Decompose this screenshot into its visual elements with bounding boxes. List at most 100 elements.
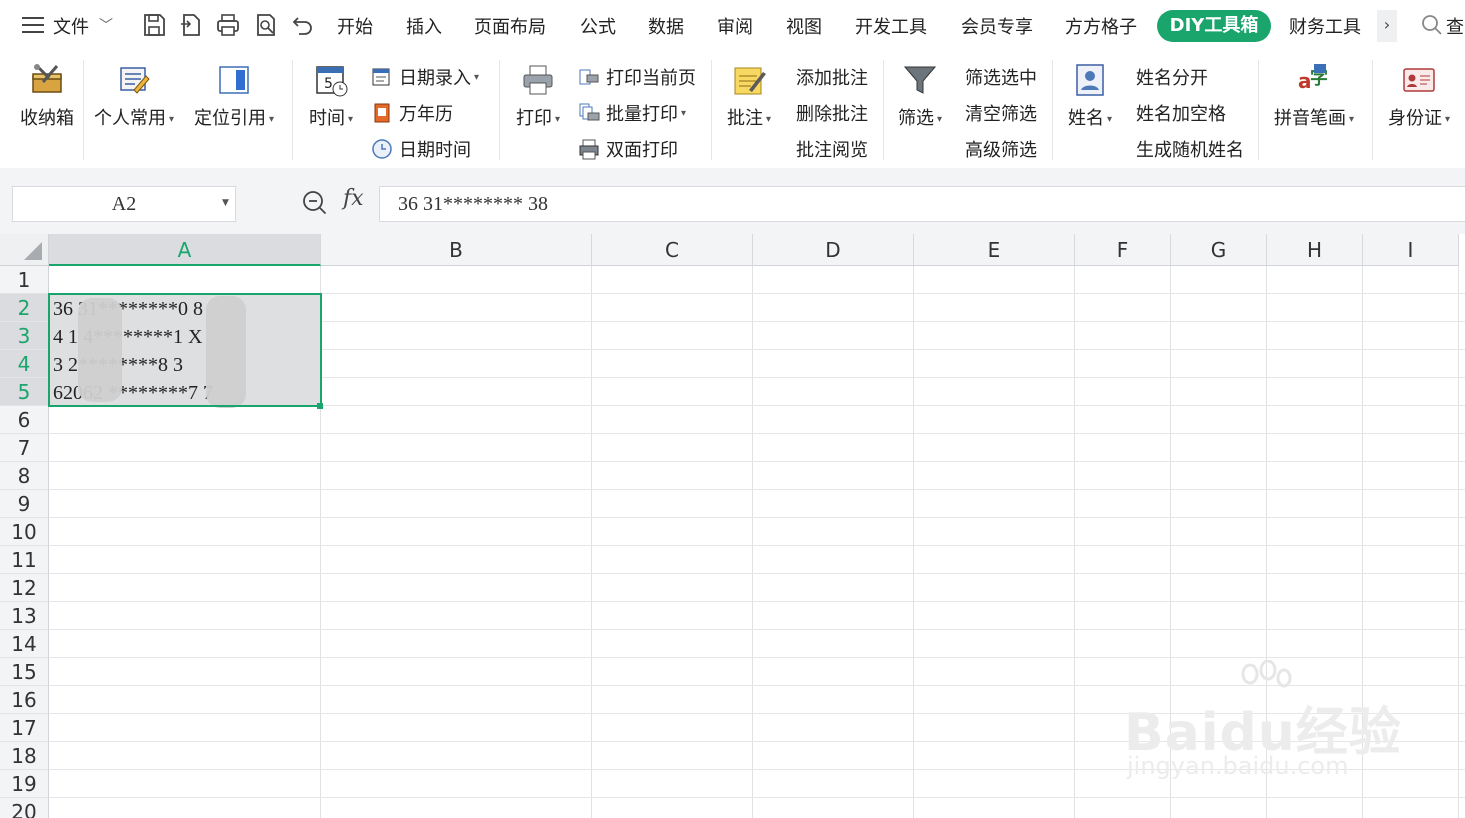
row-header[interactable]: 6	[0, 406, 49, 434]
column-header-f[interactable]: F	[1075, 234, 1171, 266]
row-header[interactable]: 17	[0, 714, 49, 742]
ribbon: 收纳箱 个人常用▾ 定位引用▾ 5 时间▾ 日期录入▾ 万年历 日期时间	[0, 52, 1465, 168]
locate-reference-button[interactable]: 定位引用 ▾	[190, 62, 278, 130]
calendar-time-icon: 5	[313, 62, 349, 98]
calendar-button[interactable]: 万年历	[371, 100, 453, 126]
duplex-print-button[interactable]: 双面打印	[578, 136, 678, 162]
row-header[interactable]: 11	[0, 546, 49, 574]
time-button[interactable]: 5 时间 ▾	[304, 62, 358, 130]
tab-developer[interactable]: 开发工具	[855, 13, 927, 39]
tab-fangfang[interactable]: 方方格子	[1065, 13, 1137, 39]
personal-common-button[interactable]: 个人常用 ▾	[90, 62, 178, 130]
duplex-print-icon	[578, 138, 600, 160]
row-header[interactable]: 14	[0, 630, 49, 658]
save-icon[interactable]	[141, 12, 167, 38]
more-tabs-button[interactable]: ›	[1377, 10, 1397, 42]
column-header-i[interactable]: I	[1363, 234, 1459, 266]
watermark-url: jingyan.baidu.com	[1127, 752, 1349, 780]
tab-diy-toolbox[interactable]: DIY工具箱	[1157, 10, 1271, 42]
personal-common-icon	[116, 62, 152, 98]
column-header-g[interactable]: G	[1171, 234, 1267, 266]
date-entry-button[interactable]: 日期录入 ▾	[371, 64, 479, 90]
row-header[interactable]: 12	[0, 574, 49, 602]
row-header[interactable]: 5	[0, 378, 49, 406]
row-header[interactable]: 19	[0, 770, 49, 798]
row-header[interactable]: 9	[0, 490, 49, 518]
tab-data[interactable]: 数据	[648, 13, 684, 39]
advanced-filter-button[interactable]: 高级筛选	[965, 136, 1037, 162]
name-box[interactable]: A2	[12, 186, 236, 222]
pinyin-icon: a字	[1296, 62, 1332, 98]
row-header[interactable]: 3	[0, 322, 49, 350]
row-header[interactable]: 13	[0, 602, 49, 630]
tab-review[interactable]: 审阅	[717, 13, 753, 39]
print-preview-icon[interactable]	[253, 12, 279, 38]
export-pdf-icon[interactable]	[178, 12, 204, 38]
datetime-button[interactable]: 日期时间	[371, 136, 471, 162]
row-header[interactable]: 16	[0, 686, 49, 714]
name-button[interactable]: 姓名 ▾	[1063, 62, 1117, 130]
search-icon[interactable]	[1421, 14, 1443, 41]
column-header-a[interactable]: A	[49, 234, 321, 266]
formula-input[interactable]: 36 31******** 38	[379, 186, 1465, 222]
selection-range-border	[48, 293, 322, 407]
hamburger-menu-icon[interactable]	[22, 17, 44, 35]
row-header[interactable]: 4	[0, 350, 49, 378]
delete-comment-button[interactable]: 删除批注	[796, 100, 868, 126]
filter-button[interactable]: 筛选 ▾	[893, 62, 947, 130]
tab-membership[interactable]: 会员专享	[961, 13, 1033, 39]
chevron-down-icon[interactable]: ﹀	[99, 15, 113, 35]
fill-handle[interactable]	[317, 403, 323, 409]
locate-reference-icon	[216, 62, 252, 98]
name-box-dropdown-icon[interactable]: ▼	[222, 198, 229, 208]
id-card-button[interactable]: 身份证 ▾	[1384, 62, 1454, 130]
tab-formulas[interactable]: 公式	[580, 13, 616, 39]
undo-icon[interactable]	[290, 12, 316, 38]
column-header-h[interactable]: H	[1267, 234, 1363, 266]
print-button[interactable]: 打印 ▾	[511, 62, 565, 130]
printer-icon	[520, 62, 556, 98]
column-header-b[interactable]: B	[321, 234, 592, 266]
row-header[interactable]: 1	[0, 266, 49, 294]
add-comment-button[interactable]: 添加批注	[796, 64, 868, 90]
search-label[interactable]: 查	[1446, 13, 1464, 39]
zoom-search-icon[interactable]	[302, 190, 328, 220]
pinyin-strokes-button[interactable]: a字 拼音笔画 ▾	[1270, 62, 1358, 130]
tab-view[interactable]: 视图	[786, 13, 822, 39]
menu-bar: 文件 ﹀ 开始 插入 页面布局 公式 数据 审阅 视图 开发工具 会员专享 方方…	[0, 0, 1465, 52]
tab-insert[interactable]: 插入	[406, 13, 442, 39]
tab-finance-tools[interactable]: 财务工具	[1289, 13, 1361, 39]
row-header[interactable]: 15	[0, 658, 49, 686]
row-header[interactable]: 8	[0, 462, 49, 490]
comment-note-icon	[731, 62, 767, 98]
fx-icon[interactable]: fx	[343, 186, 364, 211]
calendar-book-icon	[371, 102, 393, 124]
row-header[interactable]: 7	[0, 434, 49, 462]
toolbox-icon	[29, 62, 65, 98]
print-icon[interactable]	[215, 12, 241, 38]
batch-print-button[interactable]: 批量打印 ▾	[578, 100, 686, 126]
funnel-icon	[902, 62, 938, 98]
file-menu[interactable]: 文件	[53, 13, 89, 39]
toolbox-button[interactable]: 收纳箱	[18, 62, 76, 130]
row-header[interactable]: 20	[0, 798, 49, 818]
batch-print-icon	[578, 102, 600, 124]
select-all-corner[interactable]	[0, 234, 49, 266]
split-name-button[interactable]: 姓名分开	[1136, 64, 1208, 90]
print-current-page-button[interactable]: 打印当前页	[578, 64, 696, 90]
clock-icon	[371, 138, 393, 160]
name-spaces-button[interactable]: 姓名加空格	[1136, 100, 1226, 126]
clear-filter-button[interactable]: 清空筛选	[965, 100, 1037, 126]
column-header-e[interactable]: E	[914, 234, 1075, 266]
row-header[interactable]: 10	[0, 518, 49, 546]
tab-page-layout[interactable]: 页面布局	[474, 13, 546, 39]
view-comment-button[interactable]: 批注阅览	[796, 136, 868, 162]
filter-selected-button[interactable]: 筛选选中	[965, 64, 1037, 90]
comment-button[interactable]: 批注 ▾	[722, 62, 776, 130]
tab-home[interactable]: 开始	[337, 13, 373, 39]
row-header[interactable]: 2	[0, 294, 49, 322]
column-header-c[interactable]: C	[592, 234, 753, 266]
column-header-d[interactable]: D	[753, 234, 914, 266]
row-header[interactable]: 18	[0, 742, 49, 770]
random-name-button[interactable]: 生成随机姓名	[1136, 136, 1244, 162]
